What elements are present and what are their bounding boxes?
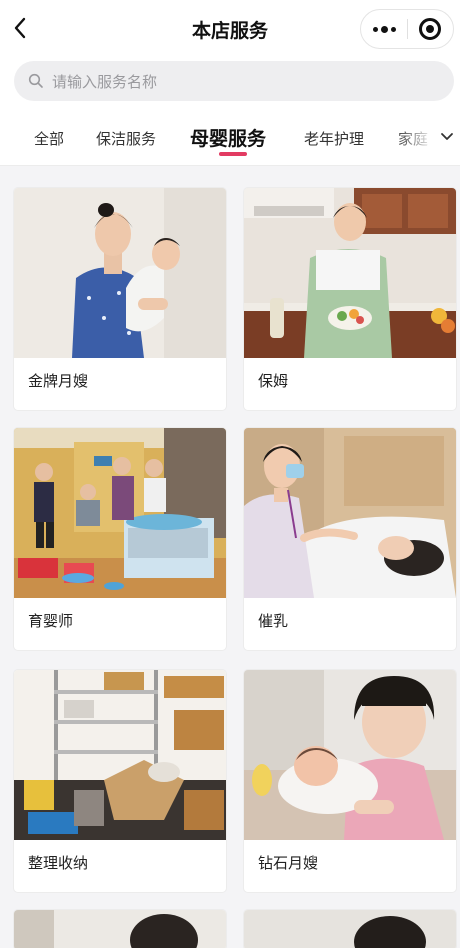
service-card-lactation[interactable]: 催乳	[244, 428, 456, 650]
category-tabs: 全部 保洁服务 母婴服务 老年护理 家庭	[0, 110, 460, 166]
service-name: 金牌月嫂	[28, 372, 89, 390]
service-photo	[244, 428, 456, 598]
service-name: 催乳	[258, 612, 289, 630]
service-photo	[14, 188, 226, 358]
tabs-more-button[interactable]	[438, 128, 456, 146]
service-card-housekeeper[interactable]: 保姆	[244, 188, 456, 410]
service-card-partial[interactable]	[14, 910, 226, 948]
chevron-down-icon	[441, 133, 453, 140]
tab-cleaning[interactable]: 保洁服务	[96, 128, 156, 149]
search-input[interactable]: 请输入服务名称	[14, 61, 454, 101]
close-button[interactable]	[408, 10, 453, 48]
service-card-childcare-specialist[interactable]: 育婴师	[14, 428, 226, 650]
active-tab-indicator	[219, 152, 247, 156]
search-icon	[28, 73, 43, 88]
service-name: 整理收纳	[28, 854, 89, 872]
service-card-gold-nanny[interactable]: 金牌月嫂	[14, 188, 226, 410]
search-area: 请输入服务名称	[0, 58, 460, 110]
service-photo	[244, 188, 456, 358]
service-photo	[244, 670, 456, 840]
more-button[interactable]	[361, 10, 407, 48]
tabs-fade-overlay	[395, 110, 435, 165]
mini-program-capsule	[360, 9, 454, 49]
top-nav-bar: 本店服务	[0, 0, 460, 58]
search-placeholder: 请输入服务名称	[52, 72, 158, 91]
service-card-partial[interactable]	[244, 910, 456, 948]
tab-elderly-care[interactable]: 老年护理	[304, 128, 364, 149]
service-photo	[244, 910, 456, 948]
service-card-organizing[interactable]: 整理收纳	[14, 670, 226, 892]
service-photo	[14, 670, 226, 840]
service-photo	[14, 910, 226, 948]
service-photo	[14, 428, 226, 598]
ellipsis-icon	[371, 25, 397, 33]
service-name: 钻石月嫂	[258, 854, 319, 872]
tab-maternal-infant[interactable]: 母婴服务	[190, 124, 266, 151]
service-card-diamond-nanny[interactable]: 钻石月嫂	[244, 670, 456, 892]
service-name: 育婴师	[28, 612, 74, 630]
record-circle-icon	[419, 18, 442, 40]
tab-all[interactable]: 全部	[34, 128, 64, 149]
service-name: 保姆	[258, 372, 289, 390]
